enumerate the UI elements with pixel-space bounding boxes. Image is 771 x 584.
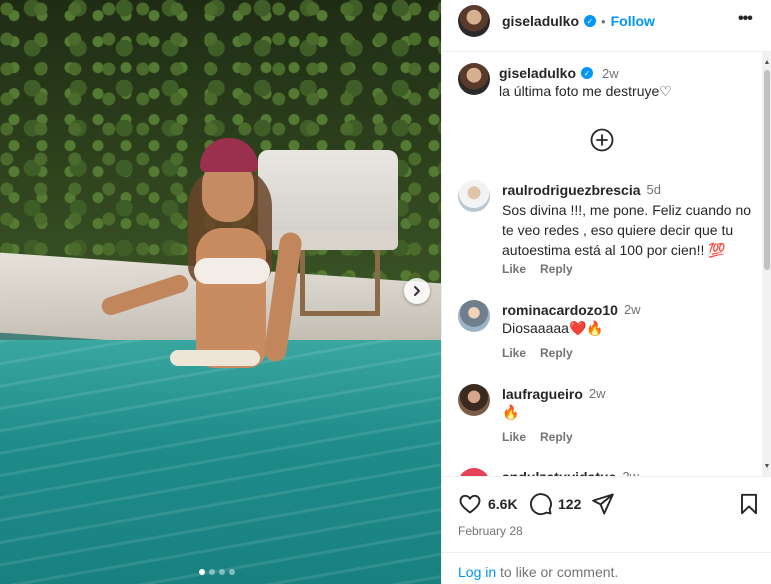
- more-options-icon: •••: [738, 10, 753, 27]
- verified-badge-icon: ✓: [581, 67, 594, 79]
- caption-text: la última foto me destruye♡: [499, 83, 672, 99]
- post-header: giseladulko ✓ • Follow •••: [442, 0, 771, 52]
- load-more-comments-button[interactable]: [590, 128, 614, 152]
- comment-button[interactable]: [528, 491, 554, 517]
- heart-icon: [459, 494, 481, 514]
- comment-avatar[interactable]: [458, 468, 490, 476]
- scroll-up-arrow-icon[interactable]: ▲: [762, 56, 771, 68]
- comment-text: 🔥: [502, 404, 520, 420]
- post-date[interactable]: February 28: [458, 524, 523, 538]
- carousel-dot: [229, 569, 235, 575]
- comments-scrollbar-thumb[interactable]: [764, 70, 770, 270]
- like-count: 6.6K: [488, 496, 518, 512]
- comment-count: 122: [558, 496, 582, 512]
- save-button[interactable]: [736, 491, 762, 517]
- comments-list[interactable]: giseladulko ✓ 2w la última foto me destr…: [442, 52, 764, 476]
- comment-like-button[interactable]: Like: [502, 262, 526, 276]
- author-username[interactable]: giseladulko: [502, 13, 579, 29]
- comment-text: Sos divina !!!, me pone. Feliz cuando no…: [502, 202, 752, 258]
- chevron-right-icon: [414, 286, 420, 296]
- caption-avatar[interactable]: [458, 63, 490, 95]
- header-separator: •: [601, 13, 606, 29]
- post-photo[interactable]: [0, 0, 441, 584]
- carousel-dot: [219, 569, 225, 575]
- comment-text: Diosaaaaa❤️🔥: [502, 320, 604, 336]
- comment-username[interactable]: rominacardozo10: [502, 302, 618, 318]
- login-link[interactable]: Log in: [458, 564, 496, 580]
- comment-username[interactable]: andulzetuvidatue: [502, 469, 616, 476]
- comment-age: 2w: [622, 469, 639, 476]
- login-prompt-text: to like or comment.: [496, 564, 619, 580]
- comment-reply-button[interactable]: Reply: [540, 430, 573, 444]
- comment-reply-button[interactable]: Reply: [540, 346, 573, 360]
- like-button[interactable]: [457, 491, 483, 517]
- plus-circle-icon: [590, 128, 614, 152]
- comment-avatar[interactable]: [458, 180, 490, 212]
- comment-reply-button[interactable]: Reply: [540, 262, 573, 276]
- verified-badge-icon: ✓: [584, 15, 597, 27]
- comment-like-button[interactable]: Like: [502, 430, 526, 444]
- carousel-dot: [209, 569, 215, 575]
- photo-chair-frame: [300, 250, 380, 316]
- post-side-panel: giseladulko ✓ • Follow ••• giseladulko ✓…: [441, 0, 771, 584]
- share-button[interactable]: [590, 491, 616, 517]
- login-prompt: Log in to like or comment.: [442, 552, 771, 584]
- comment-like-button[interactable]: Like: [502, 346, 526, 360]
- carousel-dots: [199, 569, 235, 575]
- comment-avatar[interactable]: [458, 300, 490, 332]
- comment-bubble-icon: [530, 493, 552, 516]
- caption-username[interactable]: giseladulko: [499, 65, 576, 81]
- carousel-dot-active: [199, 569, 205, 575]
- comment-username[interactable]: laufragueiro: [502, 386, 583, 402]
- next-slide-button[interactable]: [404, 278, 430, 304]
- comment-age: 2w: [588, 386, 606, 401]
- bookmark-icon: [741, 493, 757, 515]
- paper-plane-icon: [592, 493, 614, 515]
- comment-age: 5d: [646, 182, 661, 197]
- caption-age: 2w: [602, 65, 619, 81]
- follow-button[interactable]: Follow: [611, 13, 655, 29]
- comment-avatar[interactable]: [458, 384, 490, 416]
- scroll-down-arrow-icon[interactable]: ▼: [762, 460, 771, 472]
- more-options-button[interactable]: •••: [738, 10, 753, 28]
- comment-username[interactable]: raulrodriguezbrescia: [502, 182, 641, 198]
- author-avatar[interactable]: [458, 5, 490, 37]
- comment-age: 2w: [623, 302, 641, 317]
